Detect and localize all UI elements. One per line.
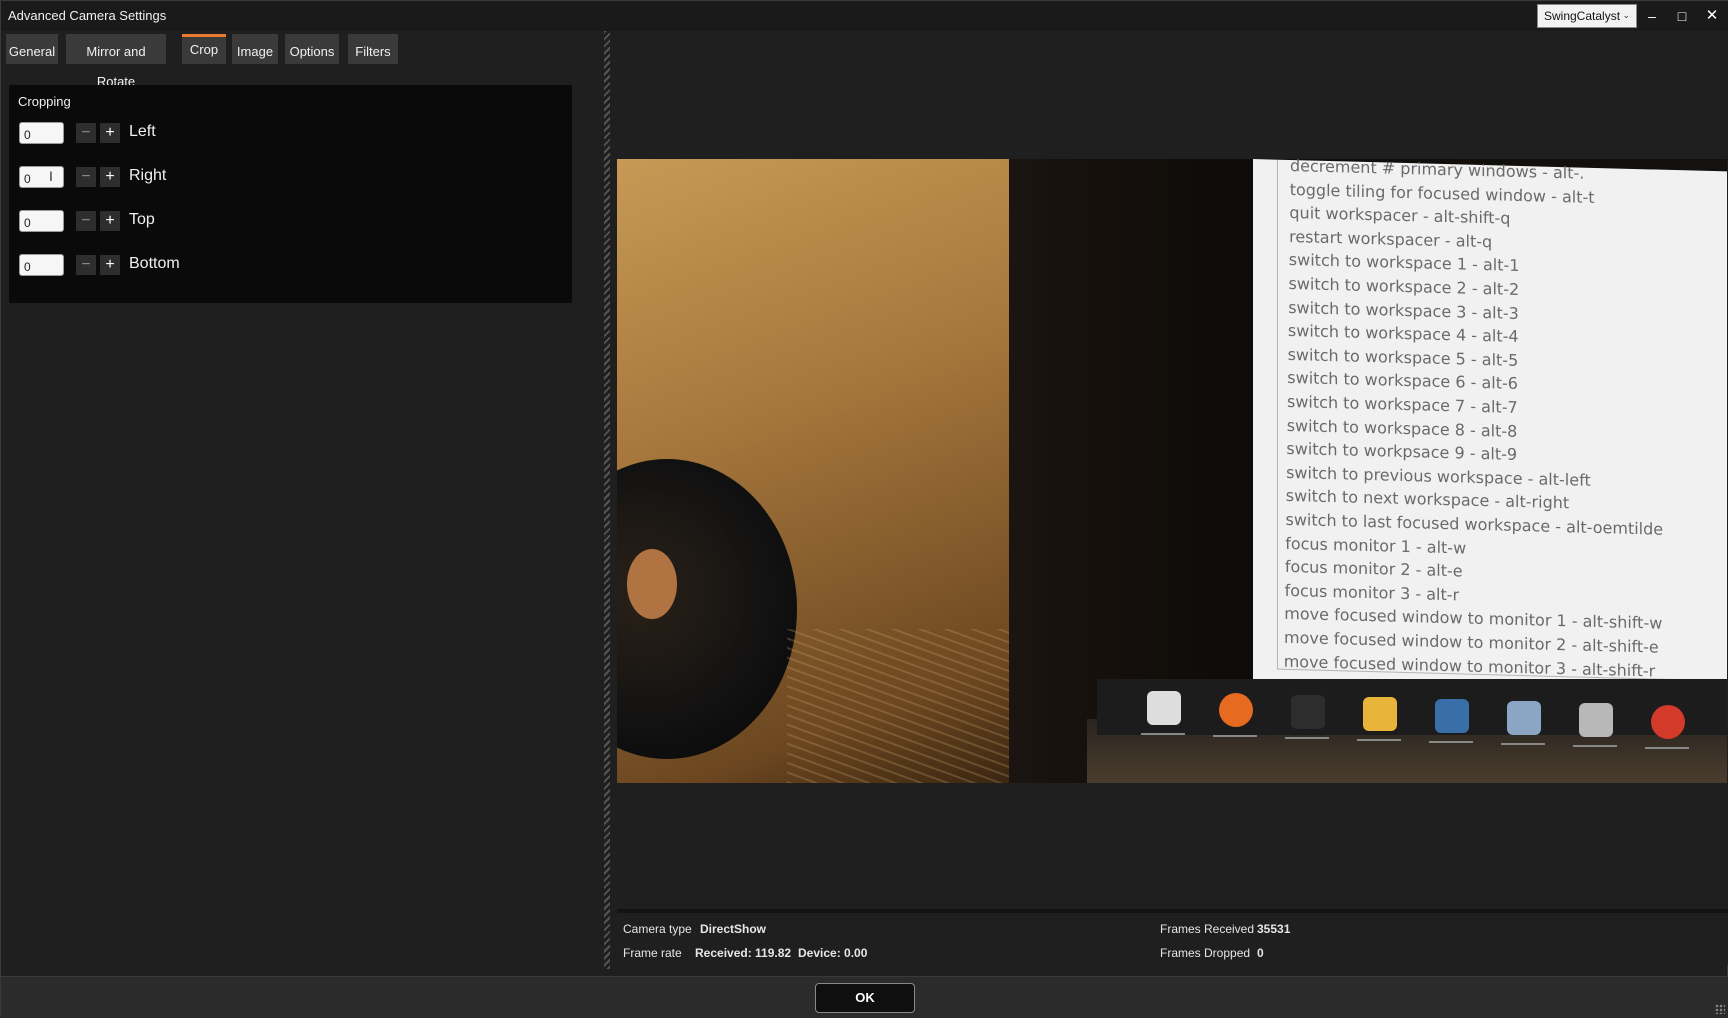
taskbar-indicator [1357, 739, 1401, 741]
crop-top-increment-button[interactable]: + [100, 211, 120, 231]
crop-right-increment-button[interactable]: + [100, 167, 120, 187]
tab-image[interactable]: Image [232, 34, 278, 64]
camera-type-label: Camera type [623, 922, 692, 936]
frames-received-label: Frames Received [1160, 922, 1255, 936]
crop-bottom-label: Bottom [129, 255, 180, 272]
taskbar-indicator [1501, 743, 1545, 745]
profile-select-value: SwingCatalyst [1544, 9, 1621, 23]
camera-type-value: DirectShow [700, 922, 767, 936]
dialog-footer: OK [1, 976, 1728, 1018]
camera-preview-image: decrement # primary windows - alt-. toggl… [617, 159, 1727, 783]
taskbar-indicator [1573, 745, 1617, 747]
image-viewer-icon [1507, 701, 1541, 735]
window-title: Advanced Camera Settings [8, 8, 167, 23]
shortcut-line: switch to workspace 8 - alt-8 [1286, 415, 1518, 441]
frame-rate-device: Device: 0.00 [798, 946, 868, 960]
preview-monitor-screen: decrement # primary windows - alt-. toggl… [1253, 159, 1727, 712]
taskbar-indicator [1285, 737, 1329, 739]
tab-filters[interactable]: Filters [348, 34, 398, 64]
title-bar: Advanced Camera Settings SwingCatalyst ⌄… [1, 1, 1728, 31]
tab-crop[interactable]: Crop [182, 34, 226, 64]
scanner-icon [1579, 703, 1613, 737]
preview-taskbar [1097, 679, 1727, 749]
frames-dropped-value: 0 [1257, 946, 1264, 960]
taskbar-indicator [1645, 747, 1689, 749]
crop-top-decrement-button[interactable]: − [76, 211, 96, 231]
shortcut-line: switch to workspace 3 - alt-3 [1288, 297, 1519, 323]
shortcut-line: switch to workspace 2 - alt-2 [1288, 273, 1520, 299]
shortcut-line: focus monitor 1 - alt-w [1285, 533, 1467, 558]
panel-splitter[interactable] [604, 31, 610, 969]
shortcut-line: focus monitor 3 - alt-r [1284, 580, 1460, 605]
shortcut-line: switch to workspace 6 - alt-6 [1287, 368, 1518, 394]
resize-grip-icon[interactable] [1715, 1004, 1725, 1014]
crop-left-increment-button[interactable]: + [100, 123, 120, 143]
camera-settings-window: Advanced Camera Settings SwingCatalyst ⌄… [0, 0, 1728, 1018]
text-cursor-icon: I [49, 168, 53, 184]
taskbar-indicator [1141, 733, 1185, 735]
crop-bottom-increment-button[interactable]: + [100, 255, 120, 275]
crop-right-decrement-button[interactable]: − [76, 167, 96, 187]
ccleaner-icon [1651, 705, 1685, 739]
shortcut-line: switch to workspace 1 - alt-1 [1288, 250, 1520, 276]
firefox-icon [1219, 693, 1253, 727]
shortcut-list: decrement # primary windows - alt-. toggl… [1277, 159, 1717, 682]
windows-start-icon [1147, 691, 1181, 725]
crop-right-input[interactable] [19, 166, 64, 188]
crop-left-input[interactable] [19, 122, 64, 144]
shortcut-line: decrement # primary windows - alt-. [1290, 159, 1585, 183]
crop-left-decrement-button[interactable]: − [76, 123, 96, 143]
shortcut-line: toggle tiling for focused window - alt-t [1289, 179, 1595, 207]
terminal-icon [1291, 695, 1325, 729]
preview-speaker-port [627, 549, 677, 619]
shortcut-line: restart workspacer - alt-q [1289, 226, 1493, 252]
chevron-down-icon: ⌄ [1622, 10, 1630, 20]
shortcut-line: switch to workspace 5 - alt-5 [1287, 344, 1519, 370]
shortcut-line: quit workspacer - alt-shift-q [1289, 203, 1511, 228]
frame-rate-label: Frame rate [623, 946, 682, 960]
shortcut-line: switch to previous workspace - alt-left [1286, 462, 1591, 490]
cropping-group: Cropping − + Left I − + Right − + Top [9, 85, 572, 303]
crop-right-label: Right [129, 167, 167, 184]
tab-mirror-and-rotate[interactable]: Mirror and Rotate [66, 34, 166, 89]
tab-general[interactable]: General [6, 34, 58, 64]
shortcut-line: switch to next workspace - alt-right [1285, 486, 1570, 513]
taskbar-indicator [1429, 741, 1473, 743]
crop-left-label: Left [129, 123, 156, 140]
profile-select[interactable]: SwingCatalyst ⌄ [1537, 4, 1637, 28]
close-icon[interactable]: ✕ [1699, 4, 1725, 28]
maximize-icon[interactable]: □ [1669, 4, 1695, 28]
accessibility-icon [1435, 699, 1469, 733]
taskbar-indicator [1213, 735, 1257, 737]
tab-options[interactable]: Options [285, 34, 339, 64]
shortcut-line: focus monitor 2 - alt-e [1284, 557, 1463, 581]
crop-bottom-input[interactable] [19, 254, 64, 276]
preview-cables [787, 629, 1027, 783]
frame-rate-received: Received: 119.82 [695, 946, 792, 960]
shortcut-line: switch to workspace 7 - alt-7 [1287, 391, 1518, 417]
settings-panel: General Mirror and Rotate Crop Image Opt… [1, 31, 599, 965]
shortcut-line: switch to workspace 4 - alt-4 [1287, 321, 1519, 347]
ok-button[interactable]: OK [815, 983, 915, 1013]
frames-received-value: 35531 [1257, 922, 1291, 936]
camera-status-bar: Camera type DirectShow Frame rate Receiv… [617, 909, 1728, 965]
crop-top-input[interactable] [19, 210, 64, 232]
frames-dropped-label: Frames Dropped [1160, 946, 1251, 960]
shortcut-line: move focused window to monitor 3 - alt-s… [1283, 651, 1656, 681]
crop-top-label: Top [129, 211, 155, 228]
crop-bottom-decrement-button[interactable]: − [76, 255, 96, 275]
minimize-icon[interactable]: – [1639, 4, 1665, 28]
cropping-title: Cropping [18, 94, 71, 109]
camera-preview-area: decrement # primary windows - alt-. toggl… [617, 31, 1728, 909]
folder-icon [1363, 697, 1397, 731]
shortcut-line: switch to workpsace 9 - alt-9 [1286, 439, 1518, 465]
